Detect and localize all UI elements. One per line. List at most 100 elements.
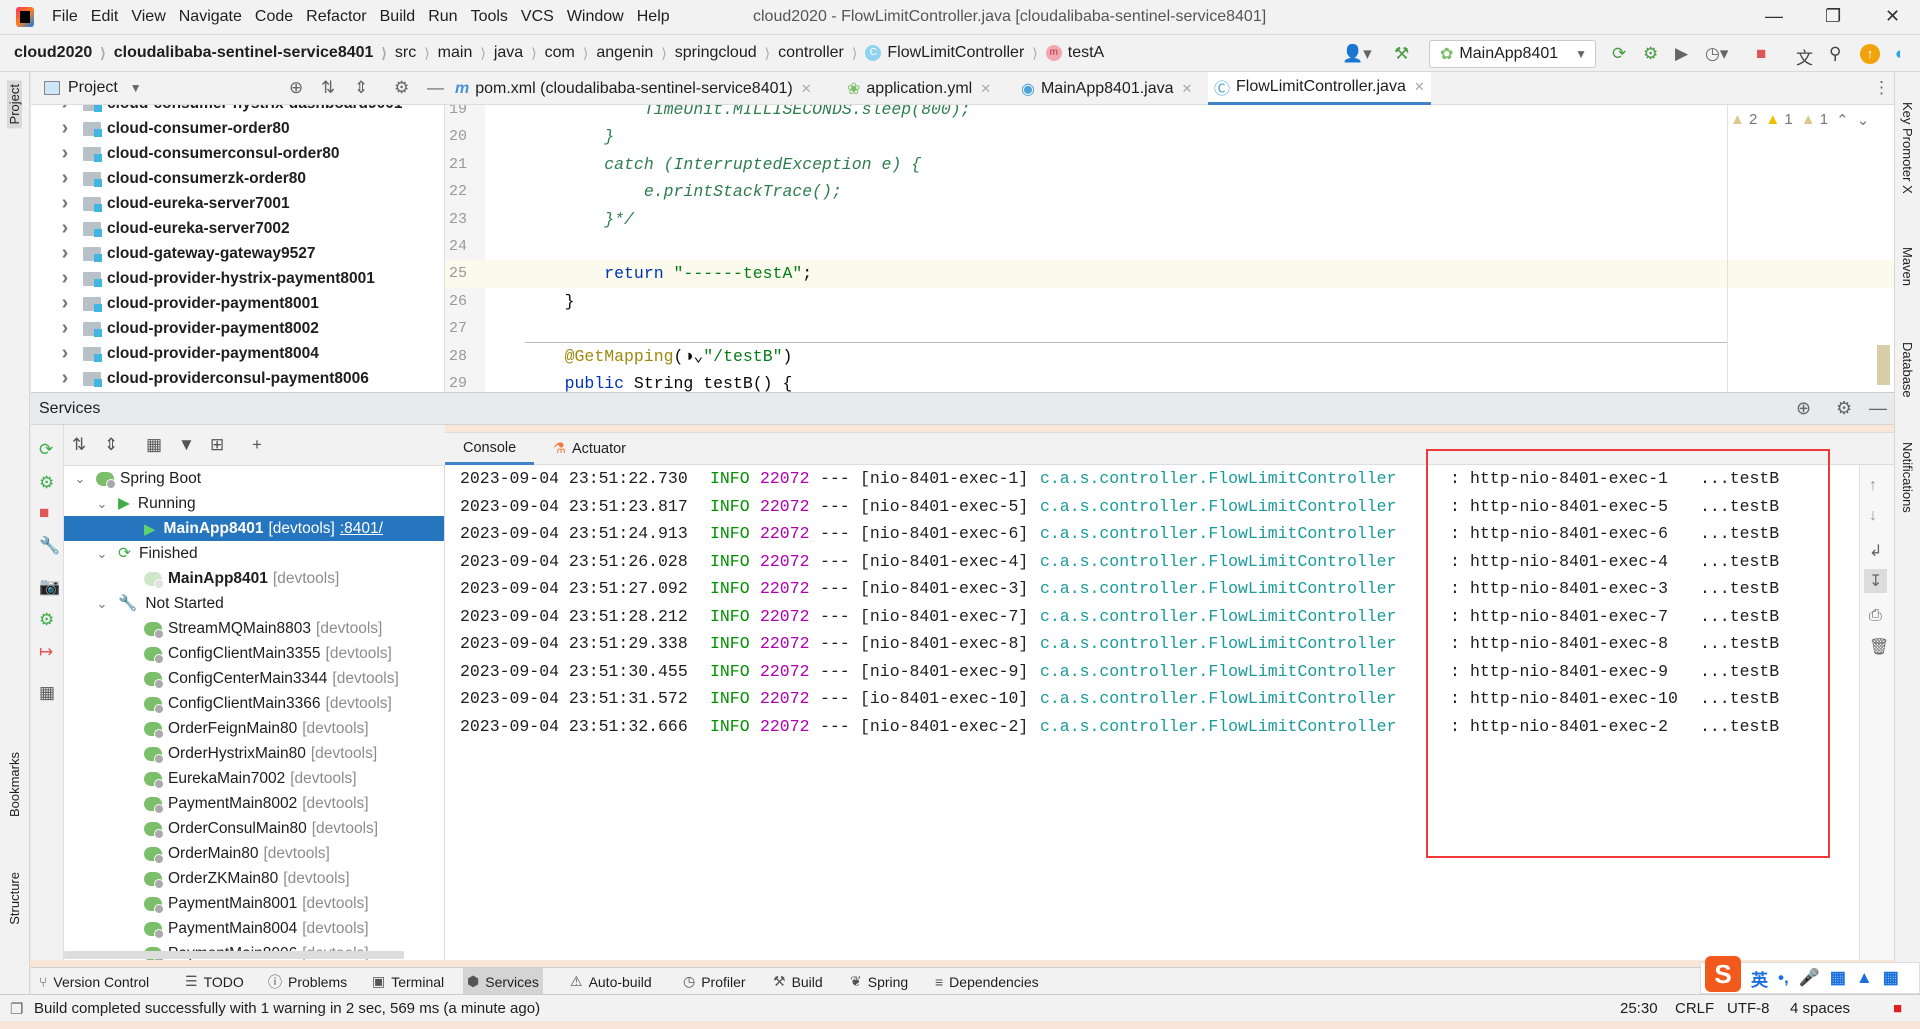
filter-icon[interactable]: ▼ (178, 435, 195, 455)
stripe-notifications[interactable]: Notifications (1900, 442, 1915, 513)
service-tree-item[interactable]: ConfigClientMain3355 [devtools] (64, 641, 444, 666)
indent-setting[interactable]: 4 spaces (1790, 1000, 1850, 1017)
layout-icon[interactable]: ▦ (39, 683, 55, 703)
gear-icon[interactable]: ⚙ (394, 78, 409, 98)
tool-window-terminal[interactable]: ▣ Terminal (368, 968, 448, 995)
service-tree-item[interactable]: OrderFeignMain80 [devtools] (64, 716, 444, 741)
service-tree-item[interactable]: ⌄ ⟳ Finished (64, 541, 444, 566)
tool-window-build[interactable]: ⚒ Build (769, 968, 827, 995)
stripe-bookmarks[interactable]: Bookmarks (7, 752, 22, 817)
chevron-right-icon[interactable]: › (57, 167, 73, 190)
menu-file[interactable]: File (52, 8, 78, 26)
stripe-project[interactable]: Project (7, 80, 22, 129)
close-tab-icon[interactable]: ✕ (801, 81, 812, 97)
service-tree-item[interactable]: OrderZKMain80 [devtools] (64, 866, 444, 891)
service-tree-item[interactable]: MainApp8401 [devtools] (64, 566, 444, 591)
project-module-item[interactable]: › cloud-provider-payment8002 (31, 316, 444, 341)
expand-all-icon[interactable]: ⇅ (321, 78, 335, 98)
locate-icon[interactable]: ⊕ (289, 78, 303, 98)
gear-icon[interactable]: ⚙ (1836, 398, 1852, 419)
soft-wrap-icon[interactable]: ↲ (1869, 541, 1882, 561)
print-icon[interactable]: ⎙ (1869, 607, 1882, 625)
service-tree-item[interactable]: EurekaMain7002 [devtools] (64, 766, 444, 791)
restore-icon[interactable]: ❐ (1825, 6, 1841, 27)
expand-all-icon[interactable]: ⇅ (72, 435, 86, 455)
status-message[interactable]: Build completed successfully with 1 warn… (34, 1000, 540, 1017)
chevron-right-icon[interactable]: › (57, 242, 73, 265)
breadcrumb-class[interactable]: C FlowLimitController ⟩ (865, 44, 1045, 62)
horizontal-scrollbar[interactable] (64, 951, 404, 959)
menu-navigate[interactable]: Navigate (179, 8, 242, 26)
code-editor[interactable]: 19 TimeUnit.MILLISECONDS.sleep(800); 20 }… (445, 105, 1894, 392)
project-module-item[interactable]: › cloud-consumerzk-order80 (31, 166, 444, 191)
stripe-structure[interactable]: Structure (7, 872, 22, 925)
close-tab-icon[interactable]: ✕ (980, 81, 991, 97)
chevron-right-icon[interactable]: › (57, 192, 73, 215)
project-module-item[interactable]: › cloud-consumer-order80 (31, 116, 444, 141)
service-tree-item[interactable]: PaymentMain8004 [devtools] (64, 916, 444, 941)
chevron-right-icon[interactable]: › (57, 105, 73, 115)
close-tab-icon[interactable]: ✕ (1182, 81, 1193, 97)
service-tree-item[interactable]: ConfigClientMain3366 [devtools] (64, 691, 444, 716)
attach-debugger-icon[interactable]: ⚙ (39, 610, 54, 630)
rerun-icon[interactable]: ⟳ (39, 440, 53, 460)
tool-window-version-control[interactable]: ⑂ Version Control (35, 968, 153, 995)
build-hammer-icon[interactable]: ⚒ (1394, 44, 1409, 64)
update-icon[interactable]: ↑ (1860, 44, 1880, 64)
breadcrumb-item[interactable]: controller ⟩ (778, 44, 865, 62)
breadcrumb-item[interactable]: angenin ⟩ (596, 44, 674, 62)
project-module-item[interactable]: › cloud-gateway-gateway9527 (31, 241, 444, 266)
service-tree-item[interactable]: OrderMain80 [devtools] (64, 841, 444, 866)
chevron-down-icon[interactable]: ⌄ (94, 596, 110, 612)
project-module-item[interactable]: › cloud-eureka-server7002 (31, 216, 444, 241)
stop-icon[interactable]: ■ (39, 503, 49, 523)
menu-tools[interactable]: Tools (471, 8, 508, 26)
ime-toolbar[interactable]: S 英 •, 🎤 ▦ ▲ ▦ (1700, 956, 1920, 994)
service-tree-item[interactable]: PaymentMain8002 [devtools] (64, 791, 444, 816)
service-tree-item[interactable]: ⌄ ▶ Running (64, 491, 444, 516)
code-with-me-icon[interactable]: ◖ (1893, 44, 1903, 64)
scroll-up-icon[interactable]: ↑ (1869, 477, 1877, 495)
tab-console[interactable]: Console (445, 433, 535, 465)
breadcrumb-item[interactable]: cloudalibaba-sentinel-service8401 ⟩ (114, 44, 395, 62)
chevron-right-icon[interactable]: › (57, 367, 73, 390)
breadcrumb-item[interactable]: src ⟩ (395, 44, 438, 62)
close-icon[interactable]: ✕ (1885, 6, 1900, 27)
breadcrumb-item[interactable]: com ⟩ (545, 44, 597, 62)
run-configuration-select[interactable]: ✿ MainApp8401 ▼ (1429, 40, 1596, 68)
breadcrumb-item[interactable]: java ⟩ (494, 44, 545, 62)
project-module-item[interactable]: › cloud-consumer-hystrix-dashboard9001 (31, 105, 444, 116)
chevron-right-icon[interactable]: › (57, 292, 73, 315)
debug-icon[interactable]: ⚙ (1643, 44, 1658, 64)
ime-mode[interactable]: 英 (1751, 966, 1768, 991)
caret-position[interactable]: 25:30 (1620, 1000, 1658, 1017)
service-tree-item[interactable]: ▶ MainApp8401 [devtools]:8401/ (64, 516, 444, 541)
stripe-maven[interactable]: Maven (1900, 247, 1915, 286)
minimize-icon[interactable]: — (1765, 6, 1783, 27)
new-tab-icon[interactable]: ⊞ (210, 435, 224, 455)
wrench-icon[interactable]: 🔧 (39, 536, 60, 556)
exit-icon[interactable]: ↦ (39, 642, 53, 662)
breadcrumb-method[interactable]: m testA (1045, 44, 1104, 62)
service-tree-item[interactable]: PaymentMain8001 [devtools] (64, 891, 444, 916)
line-separator[interactable]: CRLF (1675, 1000, 1714, 1017)
skin-icon[interactable]: ▲ (1856, 968, 1873, 988)
chevron-right-icon[interactable]: › (57, 342, 73, 365)
trash-icon[interactable]: 🗑 (1869, 637, 1889, 657)
project-module-item[interactable]: › cloud-consumerconsul-order80 (31, 141, 444, 166)
scroll-down-icon[interactable]: ↓ (1869, 507, 1877, 525)
chevron-right-icon[interactable]: › (57, 267, 73, 290)
tab-actuator[interactable]: ⚗ Actuator (535, 433, 644, 465)
service-tree-item[interactable]: ConfigCenterMain3344 [devtools] (64, 666, 444, 691)
chevron-right-icon[interactable]: › (57, 142, 73, 165)
service-port-link[interactable]: :8401/ (340, 520, 383, 538)
chevron-down-icon[interactable]: ⌄ (72, 471, 88, 487)
file-encoding[interactable]: UTF-8 (1727, 1000, 1770, 1017)
group-by-icon[interactable]: ▦ (146, 435, 162, 455)
more-tabs-icon[interactable]: ⋮ (1873, 78, 1890, 98)
menu-view[interactable]: View (131, 8, 165, 26)
editor-tab[interactable]: ◉ MainApp8401.java ✕ (1015, 72, 1198, 105)
collapse-all-icon[interactable]: ⇕ (354, 78, 368, 98)
breadcrumb-item[interactable]: springcloud ⟩ (675, 44, 778, 62)
add-service-icon[interactable]: + (252, 435, 262, 455)
